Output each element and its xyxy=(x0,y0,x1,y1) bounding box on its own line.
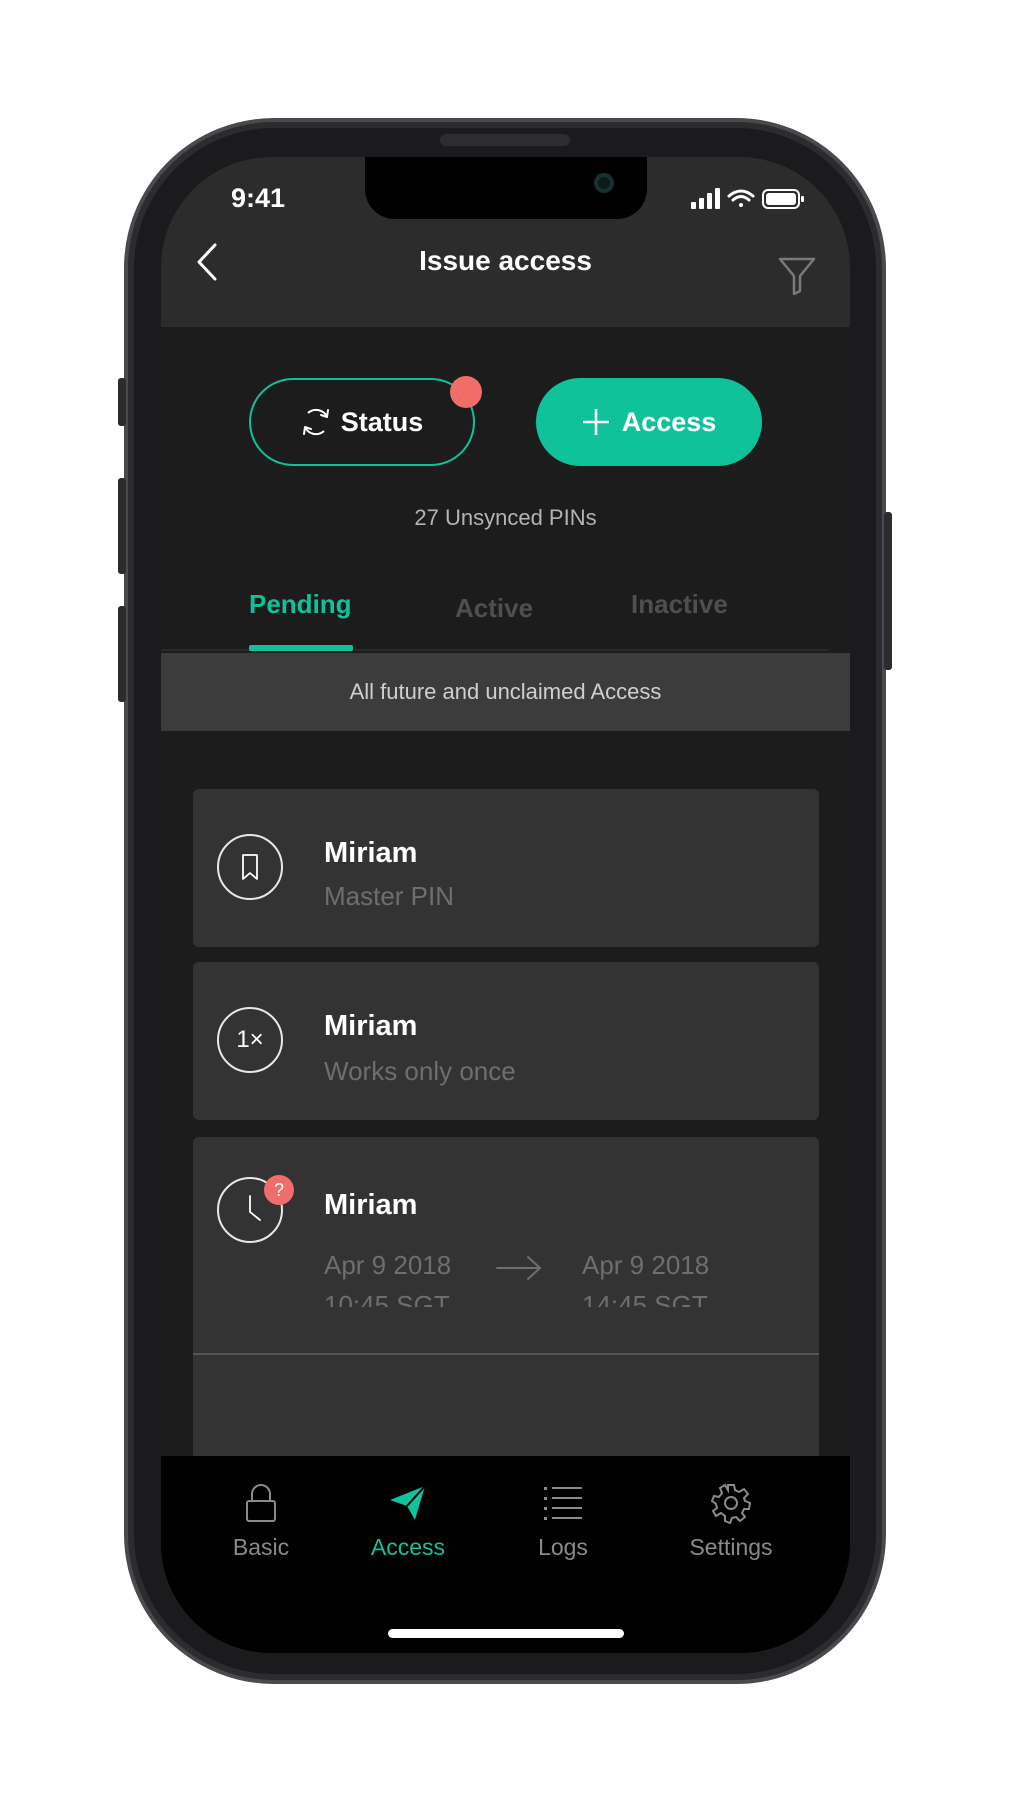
content-area: Status Access 27 Unsynced PINs Pending A… xyxy=(161,327,850,1467)
battery-icon xyxy=(762,189,804,209)
nav-logs-label: Logs xyxy=(538,1534,588,1560)
card-name: Miriam xyxy=(324,1010,418,1042)
status-button-label: Status xyxy=(340,406,424,437)
wifi-icon xyxy=(727,189,755,207)
one-time-icon: 1× xyxy=(217,1007,283,1073)
start-date-value: Apr 9 2018 xyxy=(324,1250,452,1280)
date-range: Apr 9 2018 10:45 SGT Apr 9 2018 14:45 SG… xyxy=(193,1245,819,1307)
nav-access[interactable]: Access xyxy=(348,1482,468,1561)
plus-icon xyxy=(582,409,609,435)
unsynced-count: 27 Unsynced PINs xyxy=(414,505,597,530)
top-bar: 9:41 Issue access xyxy=(161,157,850,327)
card-divider xyxy=(193,1353,819,1355)
tab-bar: Pending Active Inactive xyxy=(161,567,850,651)
earpiece-speaker xyxy=(440,134,570,146)
card-subtitle: Master PIN xyxy=(324,881,455,911)
status-button[interactable]: Status xyxy=(249,378,475,466)
access-card[interactable]: Miriam Master PIN xyxy=(193,789,819,947)
side-button-left-2 xyxy=(118,478,126,574)
tab-active-indicator xyxy=(249,645,353,651)
nav-settings[interactable]: Settings xyxy=(661,1482,801,1561)
warning-badge: ? xyxy=(264,1175,294,1205)
signal-icon xyxy=(691,188,720,209)
filter-button[interactable] xyxy=(778,255,816,296)
end-time-value: 14:45 SGT xyxy=(582,1290,708,1307)
notification-dot xyxy=(450,376,482,408)
side-button-left-1 xyxy=(118,378,126,426)
lock-icon xyxy=(246,1484,276,1522)
nav-basic-label: Basic xyxy=(232,1534,290,1560)
camera-icon xyxy=(594,173,614,193)
nav-logs[interactable]: Logs xyxy=(503,1482,623,1561)
access-card[interactable]: 1× Miriam Works only once xyxy=(193,962,819,1120)
phone-screen: 9:41 Issue access Status Access 27 Unsyn… xyxy=(161,157,850,1653)
side-button-right xyxy=(884,512,892,670)
bookmark-icon xyxy=(217,834,283,900)
start-date: Apr 9 2018 10:45 SGT xyxy=(324,1245,451,1307)
add-access-button[interactable]: Access xyxy=(536,378,762,466)
end-date: Apr 9 2018 14:45 SGT xyxy=(582,1245,709,1307)
page-title: Issue access xyxy=(419,245,592,276)
nav-settings-label: Settings xyxy=(689,1534,773,1560)
add-access-label: Access xyxy=(621,406,717,437)
nav-access-label: Access xyxy=(370,1534,446,1560)
side-button-left-3 xyxy=(118,606,126,702)
card-subtitle: Works only once xyxy=(324,1056,516,1086)
start-time-value: 10:45 SGT xyxy=(324,1290,450,1307)
notch xyxy=(365,157,647,219)
card-lower-area xyxy=(193,1355,819,1457)
status-icons xyxy=(691,188,804,209)
arrow-right-icon xyxy=(496,1256,541,1280)
card-name: Miriam xyxy=(324,1189,418,1221)
status-time: 9:41 xyxy=(231,183,286,213)
home-indicator[interactable] xyxy=(388,1629,624,1638)
sync-icon xyxy=(302,408,329,436)
gear-icon xyxy=(711,1483,751,1524)
bottom-nav: Basic Access Logs Settings xyxy=(161,1456,850,1653)
nav-basic[interactable]: Basic xyxy=(201,1482,321,1561)
filter-icon xyxy=(778,257,816,296)
tab-pending[interactable]: Pending xyxy=(249,589,352,620)
tab-inactive[interactable]: Inactive xyxy=(631,589,728,620)
list-icon xyxy=(544,1487,582,1520)
tab-active[interactable]: Active xyxy=(455,593,533,624)
card-name: Miriam xyxy=(324,837,418,869)
info-banner: All future and unclaimed Access xyxy=(161,653,850,731)
end-date-value: Apr 9 2018 xyxy=(582,1250,710,1280)
send-icon xyxy=(390,1485,426,1520)
